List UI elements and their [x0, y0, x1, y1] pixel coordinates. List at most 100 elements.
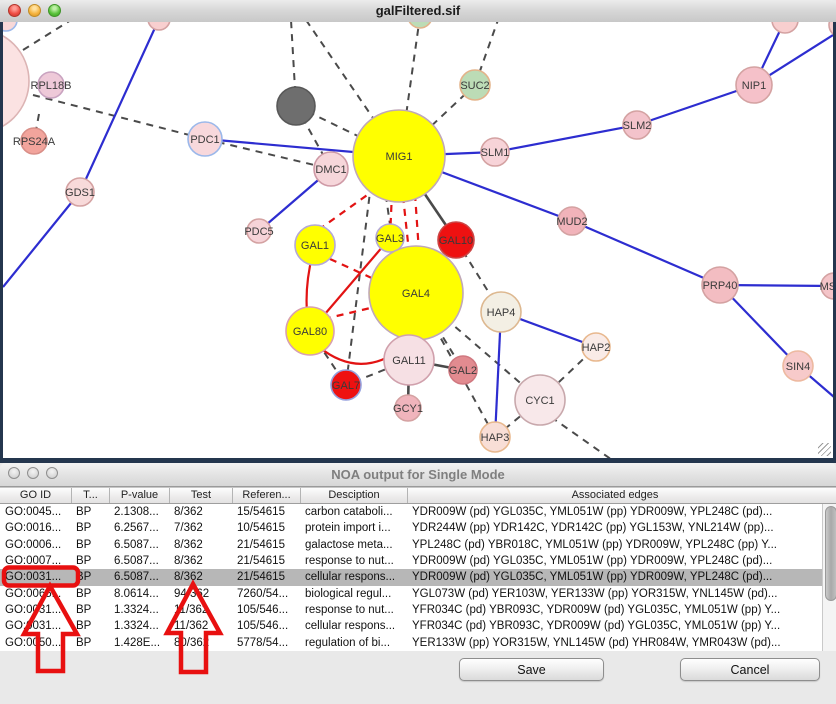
network-graph[interactable]: RPL18BRPS24AGDS1PDC1DMC1PDC5MIG1SLM1SLM2…	[3, 22, 833, 458]
cell: 21/54615	[233, 571, 301, 583]
node-SUC2[interactable]: SUC2	[460, 70, 490, 100]
cell: 11/362	[170, 604, 233, 616]
cell: BP	[72, 588, 110, 600]
cell: galactose meta...	[301, 539, 408, 551]
edge-red[interactable]	[319, 347, 392, 364]
node-GCY1[interactable]: GCY1	[393, 395, 423, 421]
cell: YFR034C (pd) YBR093C, YDR009W (pd) YGL03…	[408, 604, 822, 616]
node-PDC1[interactable]: PDC1	[188, 122, 222, 156]
node-unnamed-top-pink[interactable]	[148, 22, 170, 30]
network-window-title: galFiltered.sif	[0, 0, 836, 22]
cell: response to nut...	[301, 555, 408, 567]
cell: cellular respons...	[301, 620, 408, 632]
cell: BP	[72, 637, 110, 649]
table-scrollbar[interactable]	[822, 504, 836, 651]
cell: YDR009W (pd) YGL035C, YML051W (pp) YDR00…	[408, 555, 822, 567]
cell: YDR009W (pd) YGL035C, YML051W (pp) YDR00…	[408, 506, 822, 518]
edge-blue[interactable]	[572, 221, 720, 285]
scrollbar-thumb[interactable]	[825, 506, 836, 601]
cell: carbon cataboli...	[301, 506, 408, 518]
edge-red-dashed[interactable]	[415, 194, 419, 252]
node-HAP2[interactable]: HAP2	[582, 333, 611, 361]
cell: biological regul...	[301, 588, 408, 600]
table-row[interactable]: GO:0031...BP6.5087...8/36221/54615cellul…	[0, 569, 836, 585]
column-header-go-id[interactable]: GO ID	[0, 488, 72, 503]
save-button[interactable]: Save	[459, 658, 604, 681]
node-MIG1[interactable]: MIG1	[353, 110, 445, 202]
column-header-referen-[interactable]: Referen...	[233, 488, 301, 503]
node-GDS1[interactable]: GDS1	[65, 178, 95, 206]
noa-window-titlebar[interactable]: NOA output for Single Mode	[0, 463, 836, 487]
node-unnamed-left-large[interactable]	[3, 29, 29, 133]
cell: 8/362	[170, 506, 233, 518]
table-row[interactable]: GO:0031...BP1.3324...11/362105/546...res…	[0, 602, 836, 618]
network-canvas[interactable]: RPL18BRPS24AGDS1PDC1DMC1PDC5MIG1SLM1SLM2…	[0, 22, 836, 463]
node-DMC1[interactable]: DMC1	[314, 152, 348, 186]
table-row[interactable]: GO:0016...BP6.2567...7/36210/54615protei…	[0, 520, 836, 536]
node-GAL10[interactable]: GAL10	[438, 222, 474, 258]
node-SIN4[interactable]: SIN4	[783, 351, 813, 381]
cell: YGL073W (pd) YER103W, YER133W (pp) YOR31…	[408, 588, 822, 600]
cell: 7/362	[170, 522, 233, 534]
cell: 8/362	[170, 555, 233, 567]
results-table: GO IDT...P-valueTestReferen...Desciption…	[0, 487, 836, 651]
cell: 105/546...	[233, 620, 301, 632]
cell: 8.0614...	[110, 588, 170, 600]
cell: 8/362	[170, 571, 233, 583]
node-SLM1[interactable]: SLM1	[481, 138, 510, 166]
column-header-p-value[interactable]: P-value	[110, 488, 170, 503]
node-GAL80[interactable]: GAL80	[286, 307, 334, 355]
column-header-desciption[interactable]: Desciption	[301, 488, 408, 503]
node-MSL1[interactable]: MSL1	[820, 273, 833, 299]
cell: 6.5087...	[110, 539, 170, 551]
node-unnamed-dark[interactable]	[277, 87, 315, 125]
cell: 1.3324...	[110, 620, 170, 632]
edge-blue[interactable]	[3, 22, 159, 287]
node-GAL7[interactable]: GAL7	[331, 370, 361, 400]
node-HAP3[interactable]: HAP3	[480, 422, 510, 452]
node-NIP1[interactable]: NIP1	[736, 67, 772, 103]
column-header-associated-edges[interactable]: Associated edges	[408, 488, 822, 503]
node-CYC1[interactable]: CYC1	[515, 375, 565, 425]
edge-dashed[interactable]	[23, 22, 71, 50]
cell: GO:0031...	[0, 571, 72, 583]
node-unnamed-top-left[interactable]	[3, 22, 17, 31]
table-row[interactable]: GO:0065...BP8.0614...94/3627260/54...bio…	[0, 586, 836, 602]
node-PRP40[interactable]: PRP40	[702, 267, 738, 303]
node-GAL3[interactable]: GAL3	[376, 224, 404, 252]
node-GAL4[interactable]: GAL4	[369, 246, 463, 340]
cell: YDR009W (pd) YGL035C, YML051W (pp) YDR00…	[408, 571, 822, 583]
cancel-button[interactable]: Cancel	[680, 658, 820, 681]
node-unnamed-top-green[interactable]	[408, 22, 432, 28]
cell: 6.2567...	[110, 522, 170, 534]
edge-blue[interactable]	[495, 125, 637, 152]
node-RPL18B[interactable]: RPL18B	[31, 72, 72, 98]
cell: response to nut...	[301, 604, 408, 616]
table-row[interactable]: GO:0045...BP2.1308...8/36215/54615carbon…	[0, 504, 836, 520]
cell: BP	[72, 571, 110, 583]
table-row[interactable]: GO:0006...BP6.5087...8/36221/54615galact…	[0, 537, 836, 553]
edge-dashed[interactable]	[33, 95, 205, 139]
node-unnamed-top-right[interactable]	[772, 22, 798, 33]
table-body: GO:0045...BP2.1308...8/36215/54615carbon…	[0, 504, 836, 651]
node-GAL11[interactable]: GAL11	[384, 335, 434, 385]
node-RPS24A[interactable]: RPS24A	[13, 128, 56, 154]
resize-grip-icon[interactable]	[818, 443, 831, 456]
node-GAL1[interactable]: GAL1	[295, 225, 335, 265]
edge-dashed[interactable]	[551, 417, 615, 458]
network-window-titlebar[interactable]: galFiltered.sif	[0, 0, 836, 23]
column-header-t-[interactable]: T...	[72, 488, 110, 503]
node-GAL2[interactable]: GAL2	[449, 356, 477, 384]
cell: regulation of bi...	[301, 637, 408, 649]
column-header-test[interactable]: Test	[170, 488, 233, 503]
edge-red-dashed[interactable]	[321, 188, 377, 228]
table-row[interactable]: GO:0050...BP1.428E...80/3625778/54...reg…	[0, 635, 836, 651]
table-row[interactable]: GO:0007...BP6.5087...8/36221/54615respon…	[0, 553, 836, 569]
cell: BP	[72, 539, 110, 551]
table-row[interactable]: GO:0031...BP1.3324...11/362105/546...cel…	[0, 618, 836, 634]
edge-red-dashed[interactable]	[403, 196, 409, 252]
node-HAP4[interactable]: HAP4	[481, 292, 521, 332]
node-SLM2[interactable]: SLM2	[623, 111, 652, 139]
cell: 10/54615	[233, 522, 301, 534]
node-MUD2[interactable]: MUD2	[556, 207, 587, 235]
